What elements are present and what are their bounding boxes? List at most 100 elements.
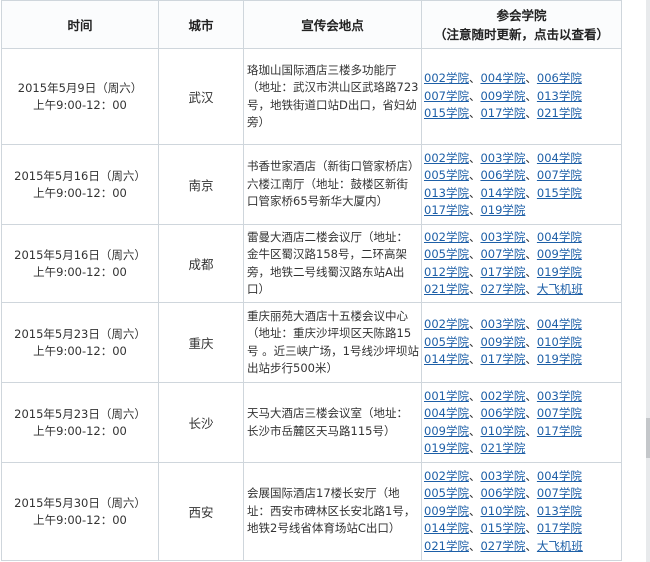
college-link[interactable]: 007学院 bbox=[480, 247, 525, 261]
time-cell: 2015年5月30日（周六） 上午9:00-12：00 bbox=[1, 462, 159, 561]
time-text: 上午9:00-12：00 bbox=[33, 512, 127, 527]
college-link[interactable]: 014学院 bbox=[424, 521, 469, 535]
college-link[interactable]: 004学院 bbox=[424, 406, 469, 420]
college-link[interactable]: 002学院 bbox=[424, 71, 469, 85]
college-link[interactable]: 017学院 bbox=[537, 521, 582, 535]
college-link[interactable]: 002学院 bbox=[424, 317, 469, 331]
date-text: 2015年5月16日（周六） bbox=[14, 247, 146, 262]
college-link[interactable]: 013学院 bbox=[424, 186, 469, 200]
college-link[interactable]: 009学院 bbox=[480, 89, 525, 103]
city-cell: 武汉 bbox=[158, 48, 244, 145]
college-link[interactable]: 004学院 bbox=[537, 469, 582, 483]
college-link-line: 014学院、017学院、019学院 bbox=[424, 351, 619, 369]
colleges-cell: 001学院、002学院、003学院 004学院、006学院、007学院 009学院、… bbox=[421, 382, 622, 463]
college-link[interactable]: 021学院 bbox=[537, 106, 582, 120]
college-link[interactable]: 017学院 bbox=[480, 352, 525, 366]
college-link[interactable]: 002学院 bbox=[424, 230, 469, 244]
college-link[interactable]: 019学院 bbox=[537, 265, 582, 279]
table-row: 2015年5月9日（周六） 上午9:00-12：00 武汉 珞珈山国际酒店三楼多功能厅… bbox=[1, 48, 622, 145]
college-link[interactable]: 007学院 bbox=[537, 486, 582, 500]
college-link[interactable]: 021学院 bbox=[424, 282, 469, 296]
colleges-cell: 002学院、003学院、004学院 005学院、006学院、007学院 013学院、… bbox=[421, 144, 622, 225]
link-separator: 、 bbox=[468, 282, 481, 296]
college-link[interactable]: 014学院 bbox=[424, 352, 469, 366]
college-link[interactable]: 014学院 bbox=[480, 186, 525, 200]
college-link[interactable]: 002学院 bbox=[424, 469, 469, 483]
college-link[interactable]: 007学院 bbox=[537, 168, 582, 182]
link-separator: 、 bbox=[468, 441, 481, 455]
college-link[interactable]: 005学院 bbox=[424, 486, 469, 500]
college-link-line: 005学院、007学院、009学院 bbox=[424, 246, 619, 264]
link-separator: 、 bbox=[525, 185, 537, 200]
date-text: 2015年5月23日（周六） bbox=[14, 326, 146, 341]
link-separator: 、 bbox=[468, 150, 481, 165]
college-link[interactable]: 017学院 bbox=[480, 265, 525, 279]
college-link[interactable]: 021学院 bbox=[424, 539, 469, 553]
college-link[interactable]: 027学院 bbox=[480, 282, 525, 296]
college-link-line: 009学院、010学院、017学院 bbox=[424, 423, 619, 441]
venue-cell: 会展国际酒店17楼长安厅（地址：西安市碑林区长安北路1号，地铁2号线省体育场站C… bbox=[243, 462, 422, 561]
college-link[interactable]: 009学院 bbox=[424, 424, 469, 438]
college-link[interactable]: 003学院 bbox=[480, 317, 525, 331]
college-link[interactable]: 004学院 bbox=[537, 151, 582, 165]
college-link[interactable]: 003学院 bbox=[480, 469, 525, 483]
college-link[interactable]: 009学院 bbox=[537, 247, 582, 261]
college-link[interactable]: 010学院 bbox=[480, 424, 525, 438]
college-link[interactable]: 015学院 bbox=[424, 106, 469, 120]
college-link[interactable]: 019学院 bbox=[537, 352, 582, 366]
college-link[interactable]: 010学院 bbox=[480, 504, 525, 518]
link-separator: 、 bbox=[468, 334, 481, 349]
vertical-scrollbar[interactable] bbox=[646, 0, 650, 562]
college-link[interactable]: 大飞机班 bbox=[537, 539, 583, 553]
college-link[interactable]: 002学院 bbox=[424, 151, 469, 165]
college-link[interactable]: 012学院 bbox=[424, 265, 469, 279]
city-cell: 长沙 bbox=[158, 382, 244, 463]
college-link[interactable]: 017学院 bbox=[424, 203, 469, 217]
header-time: 时间 bbox=[1, 0, 159, 49]
college-link[interactable]: 001学院 bbox=[424, 389, 469, 403]
college-link[interactable]: 015学院 bbox=[537, 186, 582, 200]
college-link[interactable]: 004学院 bbox=[537, 317, 582, 331]
college-link[interactable]: 017学院 bbox=[537, 424, 582, 438]
college-link[interactable]: 010学院 bbox=[537, 335, 582, 349]
college-link[interactable]: 005学院 bbox=[424, 335, 469, 349]
link-separator: 、 bbox=[525, 282, 537, 296]
college-link-line: 001学院、002学院、003学院 bbox=[424, 388, 619, 406]
college-link[interactable]: 004学院 bbox=[480, 71, 525, 85]
college-link[interactable]: 003学院 bbox=[537, 389, 582, 403]
college-link[interactable]: 006学院 bbox=[537, 71, 582, 85]
college-link[interactable]: 015学院 bbox=[480, 521, 525, 535]
college-link[interactable]: 大飞机班 bbox=[537, 282, 583, 296]
college-link[interactable]: 009学院 bbox=[480, 335, 525, 349]
college-link[interactable]: 006学院 bbox=[480, 406, 525, 420]
college-link[interactable]: 007学院 bbox=[537, 406, 582, 420]
table-row: 2015年5月23日（周六） 上午9:00-12：00 重庆 重庆丽苑大酒店十五楼会议… bbox=[1, 302, 622, 383]
time-cell: 2015年5月23日（周六） 上午9:00-12：00 bbox=[1, 382, 159, 463]
city-cell: 成都 bbox=[158, 224, 244, 303]
college-link[interactable]: 003学院 bbox=[480, 230, 525, 244]
college-link[interactable]: 027学院 bbox=[480, 539, 525, 553]
college-link[interactable]: 005学院 bbox=[424, 247, 469, 261]
college-link[interactable]: 017学院 bbox=[480, 106, 525, 120]
venue-cell: 书香世家酒店（新街口管家桥店）六楼江南厅（地址：鼓楼区新街口管家桥65号新华大厦… bbox=[243, 144, 422, 225]
link-separator: 、 bbox=[468, 168, 481, 182]
college-link-line: 002学院、003学院、004学院 bbox=[424, 150, 619, 168]
college-link[interactable]: 019学院 bbox=[480, 203, 525, 217]
college-link[interactable]: 013学院 bbox=[537, 89, 582, 103]
college-link[interactable]: 005学院 bbox=[424, 168, 469, 182]
college-link-line: 007学院、009学院、013学院 bbox=[424, 88, 619, 106]
scrollbar-thumb[interactable] bbox=[646, 418, 650, 458]
college-link[interactable]: 006学院 bbox=[480, 486, 525, 500]
college-link[interactable]: 019学院 bbox=[424, 441, 469, 455]
college-link[interactable]: 007学院 bbox=[424, 89, 469, 103]
link-separator: 、 bbox=[525, 521, 537, 536]
college-link[interactable]: 002学院 bbox=[480, 389, 525, 403]
college-link[interactable]: 013学院 bbox=[537, 504, 582, 518]
college-link[interactable]: 009学院 bbox=[424, 504, 469, 518]
college-link[interactable]: 006学院 bbox=[480, 168, 525, 182]
link-separator: 、 bbox=[525, 247, 537, 261]
college-link[interactable]: 003学院 bbox=[480, 151, 525, 165]
college-link[interactable]: 021学院 bbox=[480, 441, 525, 455]
college-link[interactable]: 004学院 bbox=[537, 230, 582, 244]
link-separator: 、 bbox=[525, 264, 537, 279]
